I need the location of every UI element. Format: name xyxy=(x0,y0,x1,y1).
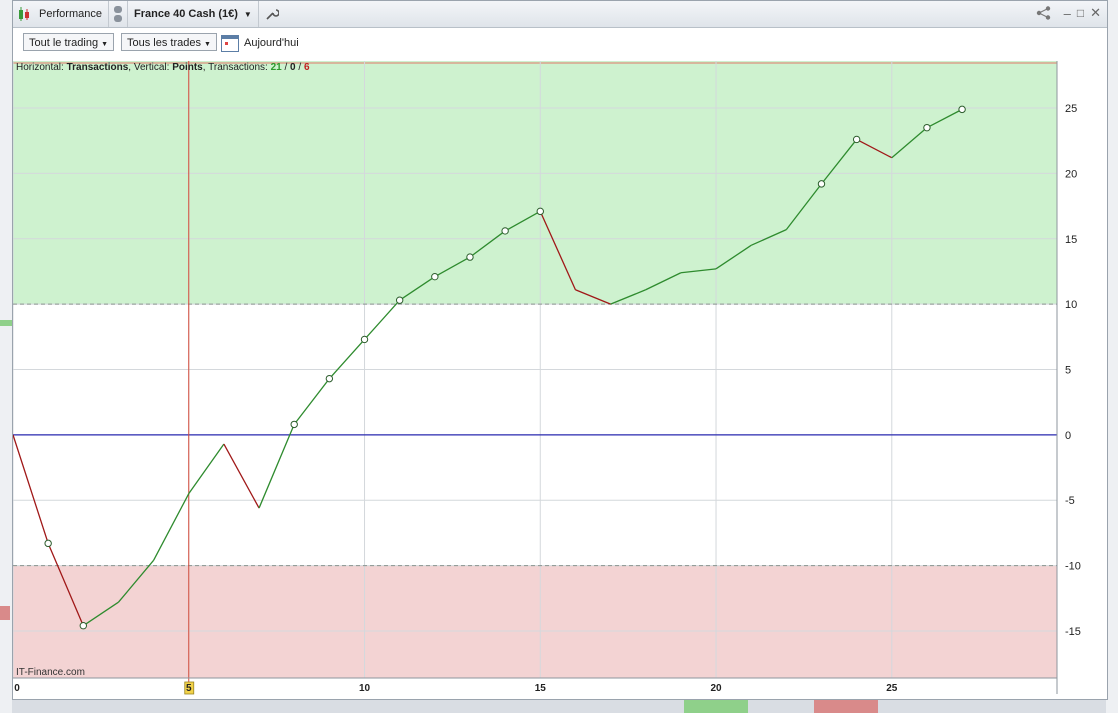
y-tick-label: -15 xyxy=(1065,626,1081,638)
series-segment xyxy=(258,424,295,509)
info-sep: / xyxy=(296,62,304,73)
data-point[interactable] xyxy=(325,374,334,383)
loss-zone xyxy=(13,565,1057,678)
data-point[interactable] xyxy=(44,539,52,548)
info-wins: 21 xyxy=(271,62,283,73)
wrench-icon xyxy=(266,9,279,20)
info-sep: / xyxy=(282,62,290,73)
series-segment xyxy=(328,339,365,380)
background-candle xyxy=(0,320,12,326)
info-sep: , Transactions: xyxy=(203,62,271,73)
window-controls: – □ ✕ xyxy=(1036,5,1101,21)
data-point[interactable] xyxy=(817,180,826,188)
trades-filter-label: Tous les trades xyxy=(127,37,201,49)
data-point[interactable] xyxy=(501,227,509,235)
gain-zone xyxy=(13,61,1057,305)
toolbar: Tout le trading ▼ Tous les trades ▼ Aujour… xyxy=(13,28,1107,60)
y-tick-label: 20 xyxy=(1065,168,1077,180)
data-point[interactable] xyxy=(852,135,861,144)
data-point[interactable] xyxy=(466,253,474,261)
data-point[interactable] xyxy=(431,272,439,281)
close-icon[interactable]: ✕ xyxy=(1090,5,1101,21)
info-vertical: Points xyxy=(172,62,203,73)
today-button[interactable]: Aujourd'hui xyxy=(221,33,299,53)
app-tab-label: Performance xyxy=(39,8,102,20)
info-losses: 6 xyxy=(304,62,310,73)
y-tick-label: 0 xyxy=(1065,430,1071,442)
series-segment xyxy=(153,493,190,561)
title-bar: Performance France 40 Cash (1€) ▼ – □ ✕ xyxy=(13,1,1107,28)
data-point[interactable] xyxy=(536,207,544,216)
performance-chart[interactable]: 25 20 15 10 5 0 -5 -10 -15 0 5 10 15 20 25 Horizontal: … xyxy=(12,61,1109,701)
series-segment xyxy=(364,299,401,340)
background-cell xyxy=(684,700,748,713)
calendar-icon xyxy=(221,34,239,52)
caret-down-icon: ▼ xyxy=(101,41,109,48)
data-point[interactable] xyxy=(290,420,298,429)
trading-filter-label: Tout le trading xyxy=(29,37,99,49)
x-tick-label: 5 xyxy=(186,683,192,694)
x-tick-label: 20 xyxy=(710,683,722,694)
y-tick-label: 10 xyxy=(1065,299,1077,311)
background-candle xyxy=(0,606,10,620)
data-point[interactable] xyxy=(79,622,88,630)
share-icon[interactable] xyxy=(1036,6,1052,20)
candlestick-icon xyxy=(19,7,29,21)
data-point[interactable] xyxy=(395,296,404,304)
y-tick-label: -10 xyxy=(1065,561,1081,573)
x-tick-label: 10 xyxy=(359,683,371,694)
x-tick-label: 0 xyxy=(14,683,20,694)
instrument-selector[interactable]: France 40 Cash (1€) ▼ xyxy=(128,1,259,27)
caret-down-icon: ▼ xyxy=(203,41,211,48)
y-tick-label: 25 xyxy=(1065,103,1077,115)
y-tick-label: 15 xyxy=(1065,234,1077,246)
y-tick-label: -5 xyxy=(1065,495,1075,507)
today-label: Aujourd'hui xyxy=(244,37,299,49)
series-segment xyxy=(188,443,225,495)
series-segment xyxy=(293,378,330,425)
x-tick-label: 15 xyxy=(535,683,547,694)
instrument-name: France 40 Cash (1€) xyxy=(133,8,238,20)
chart-info-line: Horizontal: Transactions, Vertical: Poin… xyxy=(16,62,310,73)
link-icon xyxy=(113,6,122,22)
app-tab[interactable]: Performance xyxy=(13,1,109,27)
data-point[interactable] xyxy=(360,335,369,344)
link-toggle[interactable] xyxy=(109,1,128,27)
trading-filter-dropdown[interactable]: Tout le trading ▼ xyxy=(23,33,115,51)
data-point[interactable] xyxy=(958,105,966,114)
info-horizontal: Transactions xyxy=(67,62,129,73)
y-tick-label: 5 xyxy=(1065,365,1071,377)
watermark: IT-Finance.com xyxy=(16,667,85,678)
info-prefix: Horizontal: xyxy=(16,62,67,73)
maximize-icon[interactable]: □ xyxy=(1077,6,1084,20)
data-point[interactable] xyxy=(923,123,931,132)
chevron-down-icon: ▼ xyxy=(243,9,252,19)
series-segment xyxy=(223,443,260,509)
performance-window: Performance France 40 Cash (1€) ▼ – □ ✕ xyxy=(12,0,1108,700)
trades-filter-dropdown[interactable]: Tous les trades ▼ xyxy=(121,33,217,51)
chart-svg[interactable]: 25 20 15 10 5 0 -5 -10 -15 0 5 10 15 20 25 Horizontal: … xyxy=(12,61,1109,701)
x-tick-label: 25 xyxy=(886,683,898,694)
minimize-icon[interactable]: – xyxy=(1064,6,1071,21)
series-segment xyxy=(12,434,49,544)
settings-button[interactable] xyxy=(259,1,285,27)
info-sep: , Vertical: xyxy=(128,62,172,73)
background-cell xyxy=(814,700,878,713)
